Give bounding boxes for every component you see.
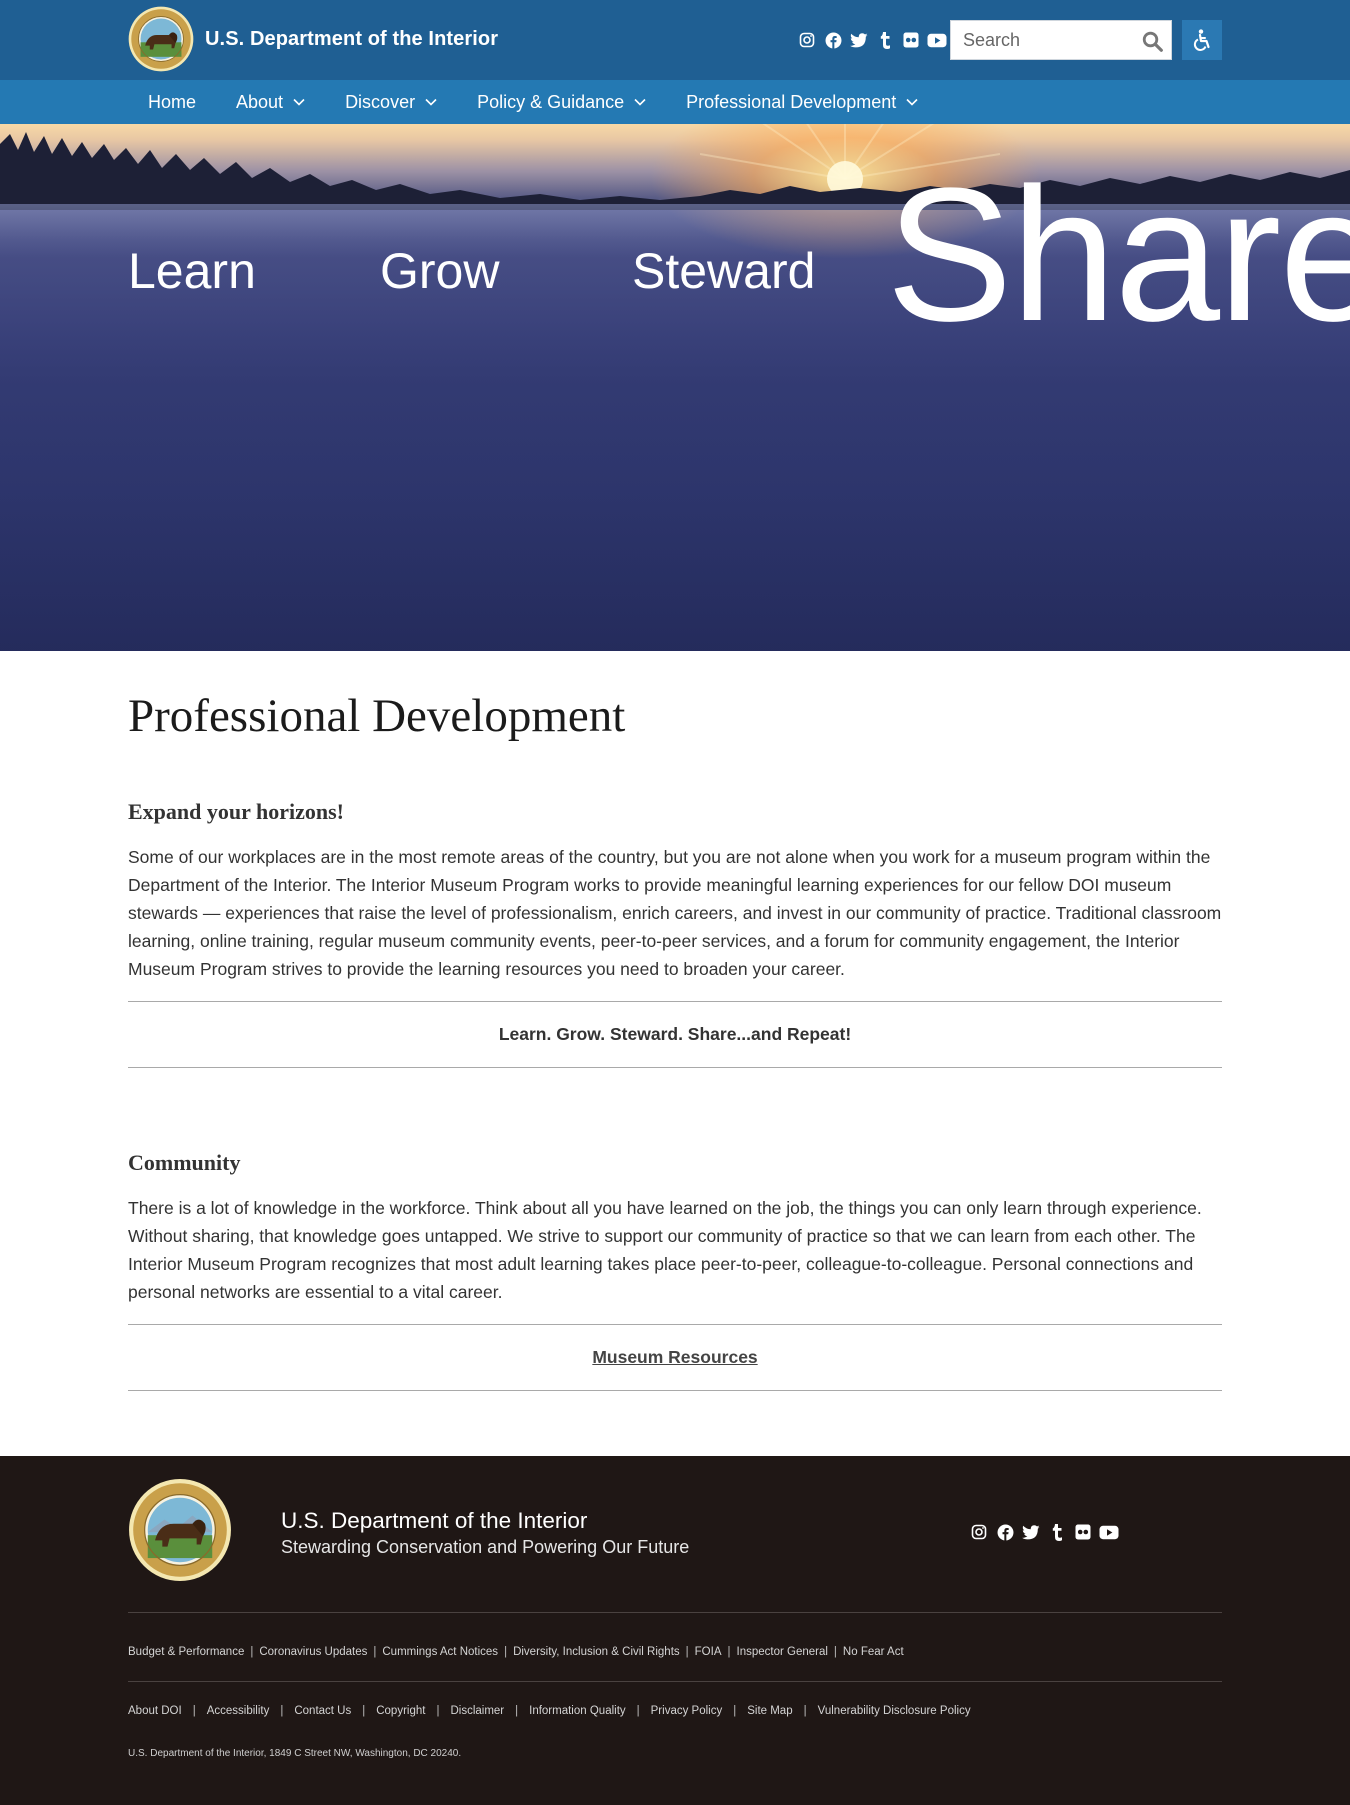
site-footer: U.S. Department of the Interior Stewardi… [0,1456,1350,1805]
hero-word-steward: Steward [632,243,816,299]
chevron-down-icon [906,98,918,106]
nav-item-professional-development[interactable]: Professional Development [666,80,938,124]
search-icon [1142,31,1163,52]
hero-word-share: Share [886,149,1350,361]
footer-link-copyright[interactable]: Copyright [376,1705,425,1717]
section-heading-community: Community [128,1150,241,1175]
tumblr-icon[interactable] [1044,1522,1070,1542]
header-social-links [794,30,950,50]
footer-address: U.S. Department of the Interior, 1849 C … [128,1748,462,1759]
flickr-icon[interactable] [1070,1522,1096,1542]
museum-resources-callout: Museum Resources [128,1347,1222,1368]
footer-link-budget-performance[interactable]: Budget & Performance [128,1646,244,1658]
footer-link-information-quality[interactable]: Information Quality [529,1705,626,1717]
footer-link-foia[interactable]: FOIA [695,1646,722,1658]
doi-seal-icon [128,6,194,72]
tumblr-icon[interactable] [872,30,898,50]
page-title: Professional Development [128,690,626,742]
chevron-down-icon [425,98,437,106]
footer-divider [128,1681,1222,1682]
footer-links-primary: Budget & Performance | Coronavirus Update… [128,1646,904,1658]
museum-resources-link[interactable]: Museum Resources [592,1347,757,1367]
section-heading-expand: Expand your horizons! [128,799,344,824]
doi-seal-icon [129,1479,231,1581]
footer-link-diversity[interactable]: Diversity, Inclusion & Civil Rights [513,1646,680,1658]
footer-divider [128,1612,1222,1613]
nav-item-policy-guidance[interactable]: Policy & Guidance [457,80,666,124]
site-logo-link[interactable]: U.S. Department of the Interior [128,6,498,72]
site-title[interactable]: U.S. Department of the Interior [205,28,498,51]
footer-link-privacy-policy[interactable]: Privacy Policy [651,1705,723,1717]
hero-word-learn: Learn [128,243,256,299]
footer-link-disclaimer[interactable]: Disclaimer [450,1705,504,1717]
nav-item-about[interactable]: About [216,80,325,124]
site-header: U.S. Department of the Interior [0,0,1350,80]
divider [128,1067,1222,1068]
footer-link-accessibility[interactable]: Accessibility [207,1705,270,1717]
footer-tagline: Stewarding Conservation and Powering Our… [281,1537,690,1557]
search-button[interactable] [1139,28,1165,54]
facebook-icon[interactable] [992,1522,1018,1542]
section-body-expand: Some of our workplaces are in the most r… [128,847,1222,979]
flickr-icon[interactable] [898,30,924,50]
chevron-down-icon [634,98,646,106]
main-nav: Home About Discover Policy & Guidance Pr… [0,80,1350,124]
facebook-icon[interactable] [820,30,846,50]
divider [128,1390,1222,1391]
nav-item-home[interactable]: Home [128,80,216,124]
search-form [950,20,1172,60]
footer-link-about-doi[interactable]: About DOI [128,1705,182,1717]
youtube-icon[interactable] [924,30,950,50]
divider [128,1001,1222,1002]
footer-link-cummings-act[interactable]: Cummings Act Notices [382,1646,498,1658]
footer-link-contact-us[interactable]: Contact Us [294,1705,351,1717]
section-body-community: There is a lot of knowledge in the workf… [128,1198,1202,1302]
instagram-icon[interactable] [966,1522,992,1542]
footer-link-coronavirus-updates[interactable]: Coronavirus Updates [259,1646,367,1658]
nav-item-label: Policy & Guidance [477,91,625,112]
footer-social-links [966,1522,1122,1542]
callout-text: Learn. Grow. Steward. Share...and Repeat… [498,1024,852,1044]
twitter-icon[interactable] [1018,1522,1044,1542]
instagram-icon[interactable] [794,30,820,50]
hero-word-grow: Grow [380,243,500,299]
divider [128,1324,1222,1325]
nav-item-label: Home [148,91,197,112]
hero-banner: Learn Grow Steward Share [0,124,1350,651]
youtube-icon[interactable] [1096,1522,1122,1542]
wheelchair-icon [1193,29,1210,51]
nav-item-discover[interactable]: Discover [325,80,457,124]
footer-link-vulnerability-disclosure[interactable]: Vulnerability Disclosure Policy [818,1705,971,1717]
footer-link-site-map[interactable]: Site Map [747,1705,792,1717]
twitter-icon[interactable] [846,30,872,50]
accessibility-button[interactable] [1182,20,1222,60]
nav-item-label: Discover [345,91,416,112]
nav-item-label: Professional Development [686,91,897,112]
chevron-down-icon [293,98,305,106]
footer-links-secondary: About DOI | Accessibility | Contact Us | Co… [128,1705,971,1717]
footer-link-inspector-general[interactable]: Inspector General [737,1646,828,1658]
nav-item-label: About [236,91,284,112]
footer-title: U.S. Department of the Interior [281,1508,588,1533]
footer-link-no-fear-act[interactable]: No Fear Act [843,1646,904,1658]
search-input[interactable] [951,21,1129,59]
